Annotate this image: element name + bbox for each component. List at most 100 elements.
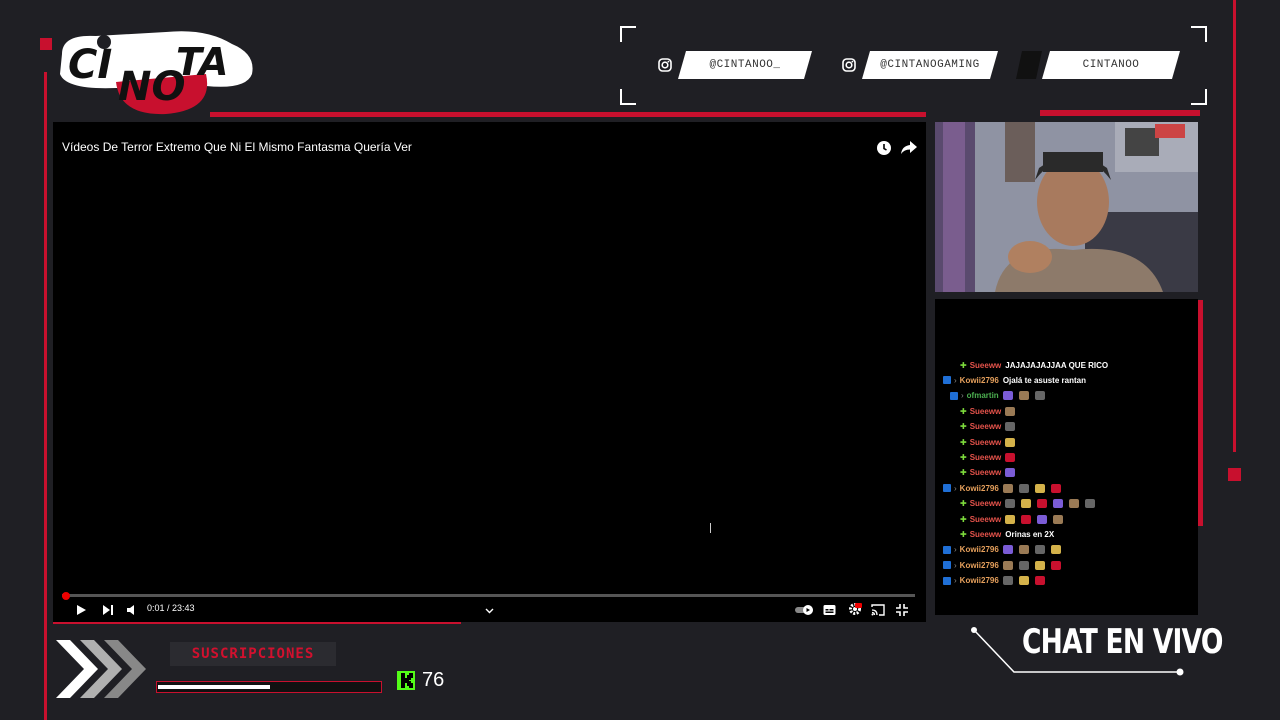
chevron-right-icon: › bbox=[954, 483, 957, 493]
chat-username[interactable]: Sueeww bbox=[970, 515, 1002, 524]
emote-icon bbox=[1021, 499, 1032, 509]
plus-badge-icon: ✚ bbox=[960, 529, 967, 539]
generic-social-icon bbox=[1016, 51, 1042, 79]
social-instagram-2: @CINTANOGAMING bbox=[836, 51, 998, 79]
chat-text: JAJAJAJAJJAA QUE RICO bbox=[1005, 360, 1109, 370]
chevron-down-icon[interactable] bbox=[485, 602, 494, 620]
video-progress-track[interactable] bbox=[62, 594, 915, 597]
frame-right-square bbox=[1228, 468, 1241, 481]
chevron-right-icon: › bbox=[954, 375, 957, 385]
emote-icon bbox=[1053, 499, 1064, 509]
plus-badge-icon: ✚ bbox=[960, 406, 967, 416]
prime-badge-icon bbox=[950, 391, 958, 400]
chat-username[interactable]: Sueeww bbox=[970, 453, 1002, 462]
instagram-icon bbox=[836, 51, 862, 79]
emote-icon bbox=[1069, 499, 1080, 509]
volume-icon[interactable] bbox=[126, 603, 138, 621]
subscriptions-progress-bar bbox=[156, 681, 382, 693]
watch-later-icon[interactable] bbox=[876, 140, 892, 161]
chat-text: Ojalá te asuste rantan bbox=[1002, 375, 1086, 385]
chat-username[interactable]: Sueeww bbox=[970, 407, 1002, 416]
emote-icon bbox=[1005, 437, 1016, 447]
chat-username[interactable]: Sueeww bbox=[970, 468, 1002, 477]
emote-icon bbox=[1034, 560, 1045, 570]
webcam-feed bbox=[935, 122, 1198, 292]
emote-icon bbox=[1034, 391, 1045, 401]
instagram-icon bbox=[652, 51, 678, 79]
video-title[interactable]: Vídeos De Terror Extremo Que Ni El Mismo… bbox=[62, 140, 412, 154]
subscriptions-label: SUSCRIPCIONES bbox=[170, 642, 336, 666]
prime-badge-icon bbox=[943, 576, 951, 585]
next-icon[interactable] bbox=[102, 603, 114, 621]
chat-username[interactable]: Sueeww bbox=[970, 499, 1002, 508]
prime-badge-icon bbox=[943, 561, 951, 570]
logo-text-overlay: NO bbox=[118, 64, 186, 110]
kick-icon bbox=[397, 671, 415, 690]
chat-message: › Kowii2796 bbox=[935, 543, 1198, 557]
social-handle: @CINTANOGAMING bbox=[862, 51, 998, 79]
chat-username[interactable]: ofmartin bbox=[967, 391, 999, 400]
emote-icon bbox=[1050, 560, 1061, 570]
social-bracket-br bbox=[1191, 89, 1207, 105]
frame-left-line bbox=[44, 72, 47, 720]
emote-icon bbox=[1018, 483, 1029, 493]
prime-badge-icon bbox=[943, 376, 951, 385]
chat-username[interactable]: Sueeww bbox=[970, 361, 1002, 370]
emote-icon bbox=[1002, 391, 1013, 401]
emote-icon bbox=[1005, 422, 1016, 432]
emote-icon bbox=[1005, 514, 1016, 524]
emote-icon bbox=[1018, 391, 1029, 401]
channel-logo: CI TA NO bbox=[56, 24, 256, 118]
chevron-arrows-icon bbox=[54, 638, 148, 705]
video-progress-scrubber[interactable] bbox=[62, 592, 70, 600]
chat-message: ✚ Sueeww bbox=[935, 450, 1198, 464]
chat-username[interactable]: Sueeww bbox=[970, 530, 1002, 539]
plus-badge-icon: ✚ bbox=[960, 452, 967, 462]
social-bracket-bl bbox=[620, 89, 636, 105]
social-instagram-1: @CINTANOO_ bbox=[652, 51, 812, 79]
chat-message: › Kowii2796 bbox=[935, 481, 1198, 495]
subtitles-icon[interactable] bbox=[823, 603, 836, 621]
chat-message: › ofmartin bbox=[935, 389, 1198, 403]
video-player[interactable]: Vídeos De Terror Extremo Que Ni El Mismo… bbox=[53, 122, 926, 622]
chat-panel[interactable]: ✚ Sueeww JAJAJAJAJJAA QUE RICO › Kowii2796 Oj… bbox=[935, 299, 1198, 615]
chat-username[interactable]: Kowii2796 bbox=[960, 561, 999, 570]
social-handle: CINTANOO bbox=[1042, 51, 1180, 79]
chat-text: Orinas en 2X bbox=[1005, 529, 1055, 539]
chevron-right-icon: › bbox=[954, 560, 957, 570]
chat-message: › Kowii2796 bbox=[935, 574, 1198, 588]
chevron-right-icon: › bbox=[954, 576, 957, 586]
chat-message: ✚ Sueeww bbox=[935, 404, 1198, 418]
frame-right-line bbox=[1233, 0, 1236, 452]
settings-gear-icon[interactable] bbox=[848, 602, 862, 621]
emote-icon bbox=[1034, 545, 1045, 555]
plus-badge-icon: ✚ bbox=[960, 437, 967, 447]
emote-icon bbox=[1050, 545, 1061, 555]
exit-fullscreen-icon[interactable] bbox=[896, 603, 908, 621]
chat-username[interactable]: Kowii2796 bbox=[960, 576, 999, 585]
chat-message: ✚ Sueeww JAJAJAJAJJAA QUE RICO bbox=[935, 358, 1198, 372]
emote-icon bbox=[1005, 406, 1016, 416]
cast-icon[interactable] bbox=[871, 603, 885, 621]
play-icon[interactable] bbox=[75, 603, 87, 621]
video-time: 0:01 / 23:43 bbox=[147, 603, 195, 613]
frame-top-line bbox=[210, 112, 926, 117]
emote-icon bbox=[1034, 483, 1045, 493]
plus-badge-icon: ✚ bbox=[960, 360, 967, 370]
chat-username[interactable]: Kowii2796 bbox=[960, 484, 999, 493]
chevron-right-icon: › bbox=[954, 545, 957, 555]
emote-icon bbox=[1005, 499, 1016, 509]
chat-message: ✚ Sueeww bbox=[935, 420, 1198, 434]
chat-username[interactable]: Kowii2796 bbox=[960, 376, 999, 385]
chat-username[interactable]: Sueeww bbox=[970, 422, 1002, 431]
social-bracket-tl bbox=[620, 26, 636, 42]
plus-badge-icon: ✚ bbox=[960, 422, 967, 432]
emote-icon bbox=[1018, 545, 1029, 555]
emote-icon bbox=[1018, 576, 1029, 586]
autoplay-toggle[interactable] bbox=[794, 603, 816, 621]
prime-badge-icon bbox=[943, 484, 951, 493]
share-icon[interactable] bbox=[901, 141, 917, 160]
chat-username[interactable]: Kowii2796 bbox=[960, 545, 999, 554]
chat-username[interactable]: Sueeww bbox=[970, 438, 1002, 447]
plus-badge-icon: ✚ bbox=[960, 499, 967, 509]
